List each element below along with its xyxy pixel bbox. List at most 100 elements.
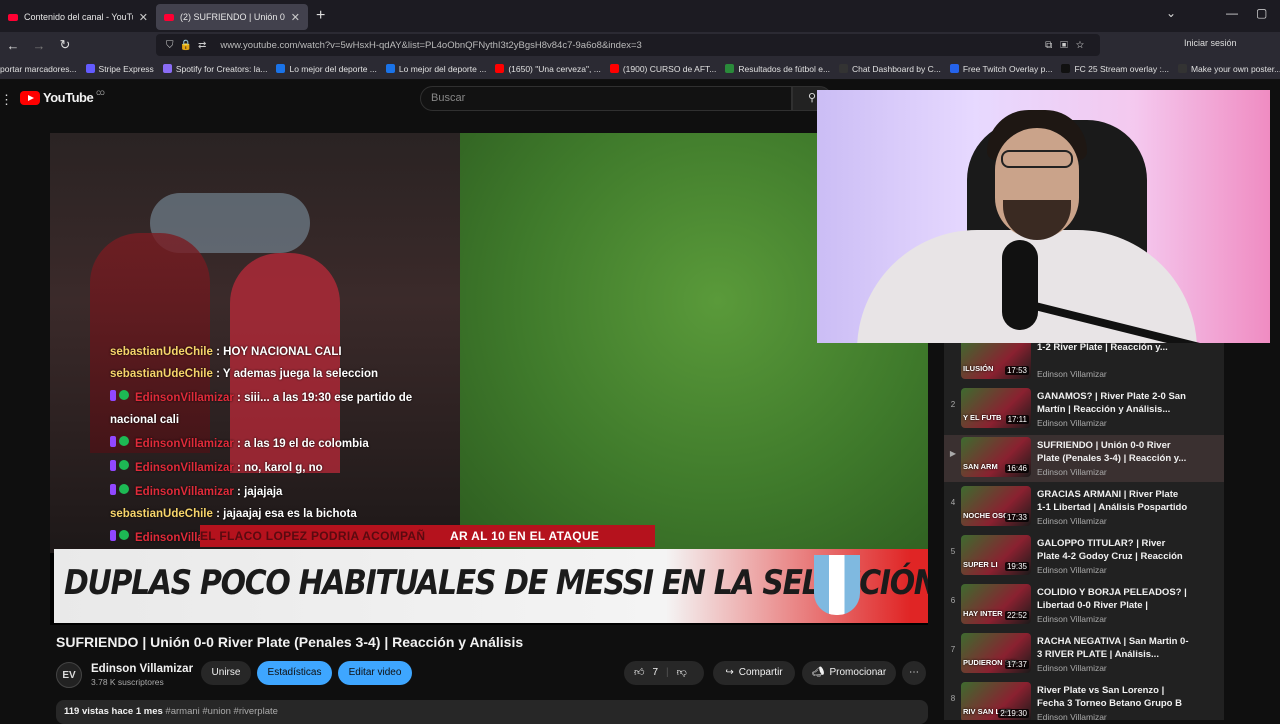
browser-tab-channel-content[interactable]: Contenido del canal - YouTube ✕ bbox=[0, 4, 156, 30]
playlist-video-title[interactable]: COLIDIO Y BORJA PELEADOS? | Libertad 0-0… bbox=[1037, 586, 1189, 612]
video-thumbnail[interactable]: HAY INTER 22:52 bbox=[961, 584, 1031, 624]
more-actions-icon[interactable]: ⋯ bbox=[902, 661, 926, 685]
video-title: SUFRIENDO | Unión 0-0 River Plate (Penal… bbox=[56, 634, 524, 650]
minimize-window-icon[interactable]: — bbox=[1226, 6, 1238, 20]
description-box[interactable]: 119 vistas hace 1 mes #armani #union #ri… bbox=[56, 700, 928, 724]
bookmark-item[interactable]: Stripe Express bbox=[85, 64, 154, 74]
youtube-logo[interactable]: YouTube CO bbox=[20, 90, 105, 105]
playlist-item[interactable]: ▶ SAN ARM 16:46 SUFRIENDO | Unión 0-0 River… bbox=[944, 435, 1224, 482]
close-tab-icon[interactable]: ✕ bbox=[291, 11, 300, 24]
bookmark-item[interactable]: portar marcadores... bbox=[0, 64, 77, 74]
playlist-index: 7 bbox=[950, 645, 956, 654]
bookmark-item[interactable]: Resultados de fútbol e... bbox=[725, 64, 830, 74]
video-thumbnail[interactable]: PUDIERON SEI 17:37 bbox=[961, 633, 1031, 673]
browser-tab-current-video[interactable]: (2) SUFRIENDO | Unión 0-0 River ✕ bbox=[156, 4, 308, 30]
news-ticker: EL FLACO LOPEZ PODRIA ACOMPAÑ AR AL 10 E… bbox=[200, 525, 655, 547]
chat-badges-icon bbox=[110, 436, 129, 447]
playlist-channel-name[interactable]: Edinson Villamizar bbox=[1037, 712, 1107, 720]
maximize-window-icon[interactable]: ▢ bbox=[1256, 6, 1267, 20]
bookmark-item[interactable]: Spotify for Creators: la... bbox=[162, 64, 267, 74]
video-thumbnail[interactable]: SUPER LI 19:35 bbox=[961, 535, 1031, 575]
chat-username: sebastianUdeChile bbox=[110, 346, 213, 358]
playlist-item[interactable]: 4 NOCHE OSC 17:33 GRACIAS ARMANI | River Pl… bbox=[944, 484, 1224, 531]
address-bar[interactable]: ⛉🔒⇄ www.youtube.com/watch?v=5wHsxH-qdAY&… bbox=[156, 34, 1100, 56]
playlist-video-title[interactable]: GRACIAS ARMANI | River Plate 1-1 Liberta… bbox=[1037, 488, 1189, 514]
thumbs-up-icon[interactable]: 👍︎ bbox=[634, 661, 644, 685]
playlist-item[interactable]: 2 Y EL FUTB 17:11 GANAMOS? | River Plate 2-… bbox=[944, 386, 1224, 433]
bookmark-item[interactable]: Lo mejor del deporte ... bbox=[385, 64, 486, 74]
video-thumbnail[interactable]: Y EL FUTB 17:11 bbox=[961, 388, 1031, 428]
like-count[interactable]: 7 bbox=[652, 661, 658, 685]
chat-username: sebastianUdeChile bbox=[110, 508, 213, 520]
back-arrow-icon[interactable]: ← bbox=[0, 38, 26, 53]
bookmark-item[interactable]: FC 25 Stream overlay :... bbox=[1061, 64, 1169, 74]
playlist-channel-name[interactable]: Edinson Villamizar bbox=[1037, 565, 1107, 575]
video-duration: 19:35 bbox=[1004, 562, 1029, 571]
playlist-item[interactable]: 8 RIV SAN LOR 2:19:30 River Plate vs San Lo… bbox=[944, 680, 1224, 720]
playlist-video-title[interactable]: GALOPPO TITULAR? | River Plate 4-2 Godoy… bbox=[1037, 537, 1189, 563]
thumbnail-caption: Y EL FUTB bbox=[963, 413, 1002, 422]
menu-hamburger-icon[interactable]: ⋮ bbox=[0, 92, 13, 108]
playlist-channel-name[interactable]: Edinson Villamizar bbox=[1037, 614, 1107, 624]
hashtags[interactable]: #armani #union #riverplate bbox=[165, 706, 277, 717]
forward-arrow-icon[interactable]: → bbox=[26, 38, 52, 53]
bookmark-label: Chat Dashboard by C... bbox=[852, 63, 941, 74]
chat-username: EdinsonVillamizar bbox=[135, 462, 234, 474]
sign-in-button[interactable]: Iniciar sesión bbox=[1184, 38, 1237, 48]
playlist-video-title[interactable]: 1-2 River Plate | Reacción y... bbox=[1037, 343, 1189, 354]
playlist-index: ▶ bbox=[949, 449, 957, 458]
shield-lock-permissions-icon[interactable]: ⛉🔒⇄ bbox=[166, 40, 212, 51]
share-label: Compartir bbox=[738, 667, 783, 678]
bookmark-favicon-icon bbox=[949, 64, 959, 73]
youtube-play-logo-icon bbox=[20, 90, 40, 105]
playlist-channel-name[interactable]: Edinson Villamizar bbox=[1037, 369, 1107, 379]
url-text[interactable]: www.youtube.com/watch?v=5wHsxH-qdAY&list… bbox=[220, 40, 641, 51]
new-tab-button[interactable]: + bbox=[316, 7, 325, 25]
bookmark-item[interactable]: (1900) CURSO de AFT... bbox=[609, 63, 717, 74]
video-thumbnail[interactable]: NOCHE OSC 17:33 bbox=[961, 486, 1031, 526]
tab-list-chevron-icon[interactable]: ⌄ bbox=[1166, 6, 1176, 20]
playlist-channel-name[interactable]: Edinson Villamizar bbox=[1037, 418, 1107, 428]
edit-video-button[interactable]: Editar video bbox=[338, 661, 412, 685]
playlist-channel-name[interactable]: Edinson Villamizar bbox=[1037, 516, 1107, 526]
bookmark-item[interactable]: Free Twitch Overlay p... bbox=[949, 63, 1053, 74]
video-thumbnail[interactable]: SAN ARM 16:46 bbox=[961, 437, 1031, 477]
thumbs-down-icon[interactable]: 👎︎ bbox=[677, 661, 687, 685]
playlist-channel-name[interactable]: Edinson Villamizar bbox=[1037, 467, 1107, 477]
afa-crest-icon bbox=[814, 555, 860, 615]
bookmark-label: (1900) CURSO de AFT... bbox=[622, 63, 717, 74]
playlist-item[interactable]: 7 PUDIERON SEI 17:37 RACHA NEGATIVA | San M… bbox=[944, 631, 1224, 678]
video-thumbnail[interactable]: ILUSIÓN 17:53 bbox=[961, 343, 1031, 379]
bookmark-item[interactable]: (1650) "Una cerveza", ... bbox=[495, 64, 601, 74]
avatar[interactable]: EV bbox=[56, 662, 82, 688]
playlist-video-title[interactable]: GANAMOS? | River Plate 2-0 San Martín | … bbox=[1037, 390, 1189, 416]
promote-button[interactable]: 📣︎ Promocionar bbox=[802, 661, 896, 685]
join-button[interactable]: Unirse bbox=[201, 661, 251, 685]
page-actions-icons[interactable]: ⧉▣☆ bbox=[1045, 40, 1092, 51]
playlist-video-title[interactable]: SUFRIENDO | Unión 0-0 River Plate (Penal… bbox=[1037, 439, 1189, 465]
channel-name[interactable]: Edinson Villamizar bbox=[91, 663, 193, 675]
playlist-video-title[interactable]: River Plate vs San Lorenzo | Fecha 3 Tor… bbox=[1037, 684, 1189, 710]
playlist-index: 2 bbox=[950, 400, 956, 409]
bookmark-item[interactable]: Chat Dashboard by C... bbox=[839, 64, 941, 74]
playlist-item[interactable]: 5 SUPER LI 19:35 GALOPPO TITULAR? | River P… bbox=[944, 533, 1224, 580]
search-input[interactable]: Buscar bbox=[420, 86, 792, 111]
reload-icon[interactable]: ↻ bbox=[52, 37, 78, 53]
share-button[interactable]: ↪ Compartir bbox=[713, 661, 795, 685]
playlist-item[interactable]: ILUSIÓN 17:53 1-2 River Plate | Reacción y… bbox=[944, 343, 1224, 384]
video-player[interactable]: 18 sebastianUdeChile : HOY NACIONAL CALI… bbox=[50, 133, 928, 625]
playlist-video-title[interactable]: RACHA NEGATIVA | San Martin 0-3 RIVER PL… bbox=[1037, 635, 1189, 661]
stream-chat-overlay: sebastianUdeChile : HOY NACIONAL CALI seb… bbox=[110, 341, 440, 549]
bookmark-label: portar marcadores... bbox=[0, 63, 77, 74]
bookmark-item[interactable]: Lo mejor del deporte ... bbox=[276, 64, 377, 74]
bookmark-label: Free Twitch Overlay p... bbox=[962, 63, 1053, 74]
stats-button[interactable]: Estadísticas bbox=[257, 661, 332, 685]
bookmark-item[interactable]: Make your own poster... bbox=[1177, 64, 1280, 74]
playlist-scrollbar[interactable] bbox=[1224, 343, 1232, 720]
playlist-channel-name[interactable]: Edinson Villamizar bbox=[1037, 663, 1107, 673]
playlist-item[interactable]: 6 HAY INTER 22:52 COLIDIO Y BORJA PELEADOS?… bbox=[944, 582, 1224, 629]
close-tab-icon[interactable]: ✕ bbox=[139, 11, 148, 24]
video-thumbnail[interactable]: RIV SAN LOR 2:19:30 bbox=[961, 682, 1031, 720]
youtube-favicon-icon bbox=[164, 13, 174, 21]
thumbnail-caption: SAN ARM bbox=[963, 462, 998, 471]
